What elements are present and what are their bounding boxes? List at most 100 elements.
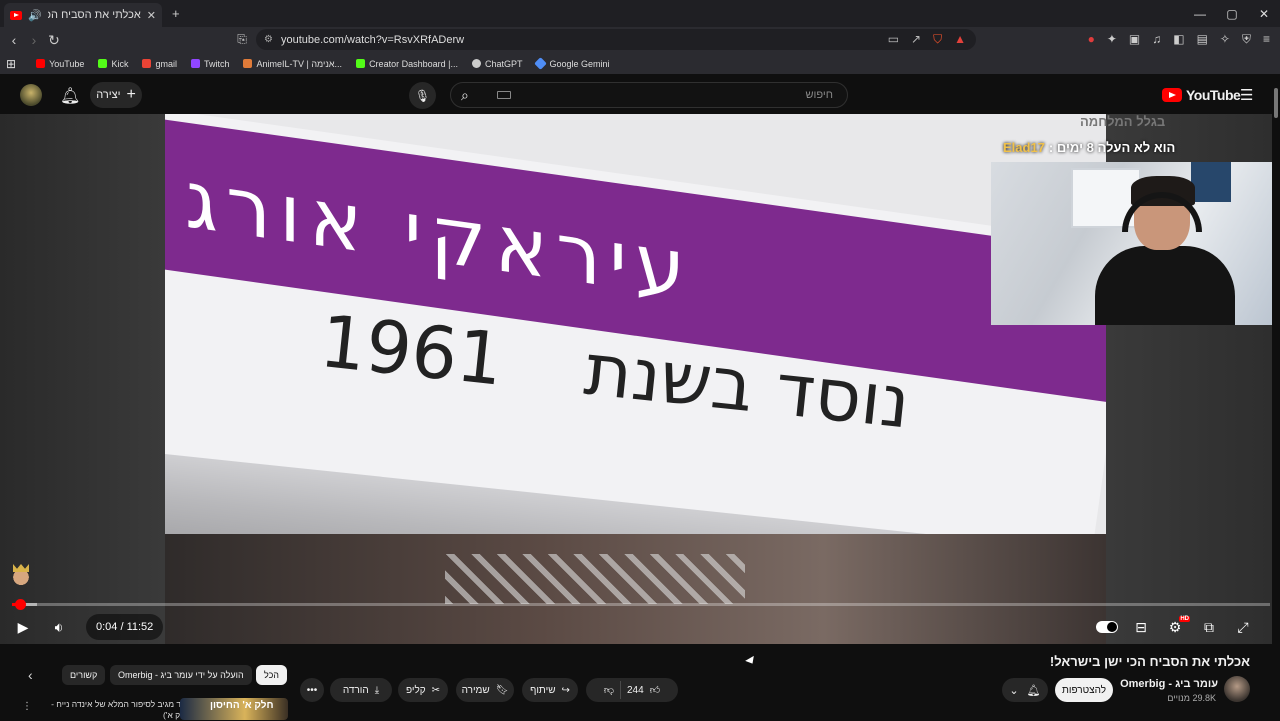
subscribe-button[interactable]: להצטרפות [1055, 678, 1113, 702]
subtitles-icon[interactable]: ⊟ [1128, 614, 1154, 640]
guide-menu-icon[interactable]: ☰ [1240, 86, 1253, 104]
ai-assistant-icon[interactable]: ✧ [1220, 32, 1230, 47]
chip-related[interactable]: קשורים [62, 665, 106, 685]
hd-badge: HD [1179, 616, 1190, 622]
dislike-icon[interactable]: 👎︎ [604, 684, 614, 696]
recommended-thumbnail[interactable]: חלק א' החיסון [180, 698, 288, 720]
chips-previous-icon[interactable]: ‹ [28, 667, 33, 683]
clip-button[interactable]: קליפ ✂ [398, 678, 448, 702]
kick-icon [98, 59, 108, 68]
voice-search-icon[interactable]: 🎙︎ [409, 82, 436, 109]
share-page-icon[interactable]: ↗ [911, 32, 921, 47]
notifications-button[interactable]: ⌄ 🔔︎ [1002, 678, 1048, 702]
search-box[interactable]: ⌕ חיפוש [450, 82, 848, 108]
speaker-icon[interactable]: 🔊 [28, 9, 42, 22]
url-text: youtube.com/watch?v=RsvXRfADerw [280, 33, 465, 46]
facecam-overlay [991, 162, 1272, 325]
bookmark-gmail[interactable]: gmail [142, 59, 177, 69]
browser-menu-icon[interactable]: ≡ [1263, 32, 1270, 47]
bookmark-animeil[interactable]: AnimeIL-TV | אנימה... [243, 59, 342, 69]
volume-icon[interactable]: 🔉︎ [46, 614, 72, 640]
like-count: 244 [627, 684, 644, 696]
page-scrollbar[interactable] [1272, 84, 1280, 120]
channel-avatar[interactable] [1224, 676, 1250, 702]
search-icon[interactable]: ⌕ [461, 87, 469, 104]
share-button[interactable]: שיתוף ↪ [522, 678, 578, 702]
extensions-icon[interactable]: ✦ [1107, 32, 1117, 47]
fullscreen-icon[interactable]: ⤢ [1230, 614, 1256, 640]
save-button[interactable]: שמירה 🔖︎ [456, 678, 514, 702]
player-controls-right: ⊟ ⚙ HD ⧉ ⤢ [1094, 614, 1256, 640]
minimize-button[interactable]: — [1184, 0, 1216, 27]
recommended-title[interactable]: עודד מגיב לסיפור המלא של אינדה נייח - (ח… [48, 699, 193, 721]
overlay-username: Elad17 [1003, 140, 1045, 155]
wallet-icon[interactable]: ▤ [1197, 32, 1208, 47]
chip-all[interactable]: הכל [256, 665, 288, 685]
site-info-icon[interactable]: ⚙ [264, 34, 273, 45]
apps-grid-icon[interactable]: ⊞ [6, 57, 16, 71]
like-icon[interactable]: 👍︎ [650, 684, 660, 696]
share-icon: ↪ [561, 684, 570, 696]
cast-icon[interactable]: ▭ [888, 32, 899, 47]
bookmark-twitch[interactable]: Twitch [190, 59, 229, 69]
bookmark-kick[interactable]: Kick [98, 59, 128, 69]
video-player[interactable]: עיראקי אורג 1961 נוסד בשנת בגלל המלחמה ה… [0, 114, 1272, 644]
browser-tab-bar: 🔊 אכלתי את הסביח הכי ישן בישראל! ✕ + — ▢… [0, 0, 1280, 27]
settings-gear-icon[interactable]: ⚙ HD [1162, 614, 1190, 640]
chatgpt-icon [471, 59, 481, 68]
account-avatar[interactable] [20, 84, 42, 106]
forward-icon[interactable]: › [24, 32, 44, 48]
extension-record-icon[interactable]: ● [1088, 32, 1095, 47]
progress-bar[interactable] [12, 599, 1270, 610]
maximize-button[interactable]: ▢ [1216, 0, 1248, 27]
youtube-favicon-icon [10, 10, 22, 20]
twitch-icon [190, 59, 200, 68]
close-tab-icon[interactable]: ✕ [147, 9, 156, 22]
play-icon[interactable]: ▶ [10, 614, 36, 640]
storefront-under [165, 534, 1106, 644]
grille-pattern [445, 554, 745, 604]
create-button[interactable]: יצירה + [90, 82, 142, 108]
youtube-logo-icon [1162, 88, 1182, 102]
cam-person-body [1095, 246, 1235, 325]
brave-rewards-icon[interactable]: ▲ [954, 32, 966, 47]
bookmark-youtube[interactable]: YouTube [36, 59, 84, 69]
channel-name[interactable]: עומר ביג - Omerbig [1120, 678, 1218, 690]
video-frame[interactable]: עיראקי אורג 1961 נוסד בשנת [165, 114, 1106, 644]
close-window-button[interactable]: ✕ [1248, 0, 1280, 27]
miniplayer-icon[interactable]: ⧉ [1196, 614, 1222, 640]
bookmark-gemini[interactable]: Google Gemini [534, 57, 610, 70]
more-vertical-icon[interactable]: ⋮ [22, 701, 32, 712]
recommended-video[interactable]: ⋮ עודד מגיב לסיפור המלא של אינדה נייח - … [20, 697, 290, 720]
autoplay-toggle[interactable] [1094, 614, 1120, 640]
chip-uploaded-by[interactable]: הועלה על ידי עומר ביג - Omerbig [110, 665, 252, 685]
bell-icon: 🔔︎ [1026, 684, 1041, 697]
scrubber-handle[interactable] [14, 599, 26, 610]
brave-shield-icon[interactable]: ⛉ [933, 32, 942, 47]
new-tab-button[interactable]: + [172, 6, 180, 21]
bookmark-chatgpt[interactable]: ChatGPT [471, 59, 522, 69]
overlay-text-faded: בגלל המלחמה [1080, 114, 1166, 129]
back-icon[interactable]: ‹ [4, 32, 24, 48]
plus-icon: + [126, 86, 136, 103]
notifications-bell-icon[interactable]: 🔔︎ [60, 86, 80, 106]
sidebar-icon[interactable]: ◧ [1173, 32, 1184, 47]
music-icon[interactable]: ♫ [1152, 32, 1161, 47]
address-bar[interactable]: ⚙ youtube.com/watch?v=RsvXRfADerw ▭ ↗ ⛉ … [256, 29, 976, 50]
keyboard-icon[interactable] [497, 91, 511, 99]
bookmark-creator-dashboard[interactable]: Creator Dashboard |... [356, 59, 458, 69]
mouse-cursor-icon [745, 655, 757, 667]
more-actions-icon[interactable]: ••• [300, 678, 324, 702]
download-button[interactable]: הורדה ⤓ [330, 678, 392, 702]
video-title: אכלתי את הסביח הכי ישן בישראל! [1049, 654, 1250, 669]
search-input[interactable]: חיפוש [806, 89, 833, 101]
screenshot-icon[interactable]: ▣ [1129, 32, 1140, 47]
window-controls: — ▢ ✕ [1184, 0, 1280, 27]
reload-icon[interactable]: ↻ [44, 32, 64, 49]
time-display: 0:04 / 11:52 [86, 614, 164, 640]
browser-tab[interactable]: 🔊 אכלתי את הסביח הכי ישן בישראל! ✕ [4, 3, 162, 27]
extensions-area: ● ✦ ▣ ♫ ◧ ▤ ✧ ⛨ ≡ [1088, 32, 1270, 47]
youtube-logo[interactable]: YouTube [1162, 87, 1241, 103]
bookmark-icon[interactable]: ⎘ [232, 32, 252, 47]
vpn-icon[interactable]: ⛨ [1242, 32, 1251, 47]
